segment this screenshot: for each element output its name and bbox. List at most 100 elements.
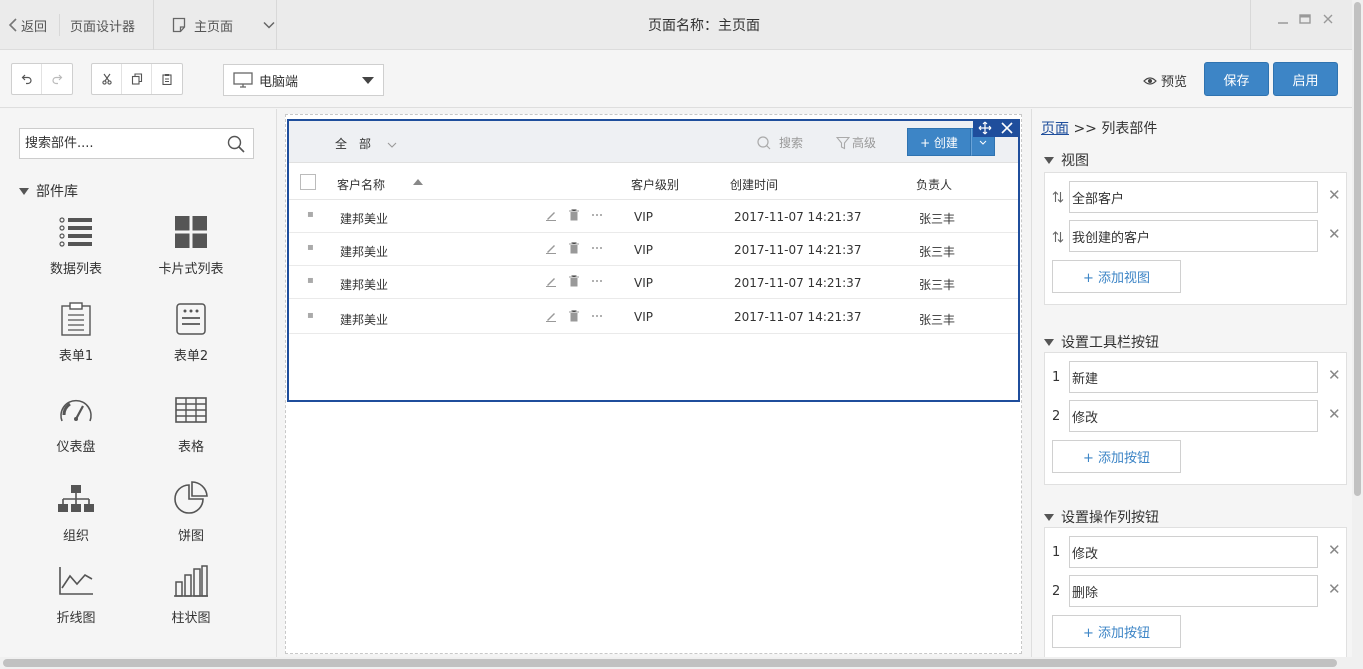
- col-owner[interactable]: 负责人: [916, 176, 952, 193]
- remove-action-button[interactable]: ✕: [1328, 541, 1341, 559]
- search-icon[interactable]: [227, 135, 245, 153]
- advanced-filter[interactable]: 高级: [836, 134, 876, 151]
- select-all-checkbox[interactable]: [300, 174, 316, 190]
- component-card-list[interactable]: 卡片式列表: [146, 212, 236, 277]
- component-org[interactable]: 组织: [31, 479, 121, 544]
- create-button[interactable]: + 创建: [907, 128, 971, 156]
- monitor-icon: [233, 72, 253, 88]
- edit-icon[interactable]: [545, 209, 557, 221]
- pie-chart-icon: [174, 481, 208, 514]
- reorder-icon[interactable]: [1052, 231, 1064, 243]
- view-filter[interactable]: 全 部: [335, 135, 397, 152]
- device-select[interactable]: 电脑端: [223, 64, 384, 96]
- add-view-button[interactable]: + 添加视图: [1052, 260, 1181, 293]
- trash-icon[interactable]: [568, 209, 579, 221]
- item-number: 1: [1052, 370, 1061, 385]
- table-row[interactable]: ▪ 建邦美业 VIP 2017-11-07 14:21:37 张三丰: [289, 200, 1018, 233]
- move-icon[interactable]: [978, 121, 992, 135]
- redo-button[interactable]: [42, 64, 72, 94]
- remove-action-button[interactable]: ✕: [1328, 580, 1341, 598]
- cut-button[interactable]: [92, 64, 122, 94]
- add-action-button[interactable]: + 添加按钮: [1052, 615, 1181, 648]
- row-marker: ▪: [307, 242, 314, 253]
- action-buttons-section-header[interactable]: 设置操作列按钮: [1044, 507, 1159, 527]
- minimize-button[interactable]: [1277, 0, 1289, 44]
- col-created-time[interactable]: 创建时间: [730, 176, 778, 193]
- reorder-icon[interactable]: [1052, 191, 1064, 203]
- maximize-button[interactable]: [1299, 0, 1311, 44]
- copy-button[interactable]: [122, 64, 152, 94]
- add-toolbar-button[interactable]: + 添加按钮: [1052, 440, 1181, 473]
- table-row[interactable]: ▪ 建邦美业 VIP 2017-11-07 14:21:37 张三丰: [289, 266, 1018, 299]
- copy-icon: [131, 73, 142, 85]
- paste-button[interactable]: [152, 64, 182, 94]
- search-label: 搜索: [779, 136, 804, 150]
- sort-up-icon[interactable]: [413, 179, 423, 185]
- component-line-chart[interactable]: 折线图: [31, 561, 121, 626]
- component-table[interactable]: 表格: [146, 390, 236, 455]
- card-grid-icon: [175, 216, 207, 248]
- more-icon[interactable]: [591, 209, 603, 221]
- remove-toolbar-button[interactable]: ✕: [1328, 366, 1341, 384]
- component-dashboard[interactable]: 仪表盘: [31, 390, 121, 455]
- col-customer-name[interactable]: 客户名称: [337, 176, 385, 193]
- toolbar-button-field[interactable]: 新建: [1069, 361, 1318, 393]
- action-button-field[interactable]: 修改: [1069, 536, 1318, 568]
- trash-icon[interactable]: [568, 275, 579, 287]
- vertical-scroll-thumb[interactable]: [1354, 2, 1361, 496]
- page-selector[interactable]: 主页面: [172, 0, 275, 50]
- component-bar-chart[interactable]: 柱状图: [146, 561, 236, 626]
- clipboard-form-icon: [61, 302, 91, 336]
- toolbar-button-field[interactable]: 修改: [1069, 400, 1318, 432]
- component-search: [19, 128, 254, 159]
- row-time: 2017-11-07 14:21:37: [734, 310, 862, 324]
- more-icon[interactable]: [591, 242, 603, 254]
- col-customer-level[interactable]: 客户级别: [631, 176, 679, 193]
- remove-toolbar-button[interactable]: ✕: [1328, 405, 1341, 423]
- table-row[interactable]: ▪ 建邦美业 VIP 2017-11-07 14:21:37 张三丰: [289, 233, 1018, 266]
- component-form1[interactable]: 表单1: [31, 299, 121, 364]
- action-button-field[interactable]: 删除: [1069, 575, 1318, 607]
- widget-handle: [973, 119, 1018, 137]
- view-field[interactable]: 我创建的客户: [1069, 220, 1318, 252]
- library-header[interactable]: 部件库: [19, 181, 78, 201]
- back-button[interactable]: 返回: [8, 0, 47, 50]
- trash-icon[interactable]: [568, 310, 579, 322]
- edit-icon[interactable]: [545, 275, 557, 287]
- widget-search[interactable]: 搜索: [757, 134, 803, 151]
- breadcrumb-current: >> 列表部件: [1069, 121, 1158, 137]
- breadcrumb-page-link[interactable]: 页面: [1041, 121, 1069, 137]
- edit-icon[interactable]: [545, 242, 557, 254]
- component-form2[interactable]: 表单2: [146, 299, 236, 364]
- preview-button[interactable]: 预览: [1143, 71, 1187, 90]
- list-widget[interactable]: 全 部 搜索 高级 + 创建 客户名称 客户级别 创建时间 负责人 ▪ 建邦美业: [287, 119, 1020, 402]
- search-input[interactable]: [20, 129, 220, 158]
- enable-button[interactable]: 启用: [1273, 62, 1338, 96]
- close-button[interactable]: [1322, 0, 1334, 44]
- close-icon[interactable]: [1001, 122, 1013, 134]
- more-icon[interactable]: [591, 275, 603, 287]
- device-label: 电脑端: [259, 74, 299, 90]
- remove-view-button[interactable]: ✕: [1328, 186, 1341, 204]
- component-data-list[interactable]: 数据列表: [31, 212, 121, 277]
- view-field[interactable]: 全部客户: [1069, 181, 1318, 213]
- remove-view-button[interactable]: ✕: [1328, 225, 1341, 243]
- org-chart-icon: [58, 485, 94, 512]
- triangle-down-icon: [1044, 513, 1054, 521]
- undo-button[interactable]: [12, 64, 42, 94]
- views-section-header[interactable]: 视图: [1044, 150, 1089, 170]
- table-row[interactable]: ▪ 建邦美业 VIP 2017-11-07 14:21:37 张三丰: [289, 299, 1018, 334]
- properties-panel: 页面 >> 列表部件 视图 全部客户 ✕ 我创建的客户 ✕ + 添加视图 设置工…: [1031, 109, 1352, 662]
- horizontal-scroll-thumb[interactable]: [3, 659, 1337, 667]
- edit-icon[interactable]: [545, 310, 557, 322]
- minimize-icon: [1278, 22, 1288, 24]
- save-button[interactable]: 保存: [1204, 62, 1269, 96]
- component-pie[interactable]: 饼图: [146, 479, 236, 544]
- trash-icon[interactable]: [568, 242, 579, 254]
- row-name: 建邦美业: [340, 212, 389, 226]
- library-label: 部件库: [36, 184, 78, 200]
- more-icon[interactable]: [591, 310, 603, 322]
- row-owner: 张三丰: [919, 212, 956, 226]
- toolbar-buttons-section-header[interactable]: 设置工具栏按钮: [1044, 332, 1159, 352]
- row-name: 建邦美业: [340, 245, 389, 259]
